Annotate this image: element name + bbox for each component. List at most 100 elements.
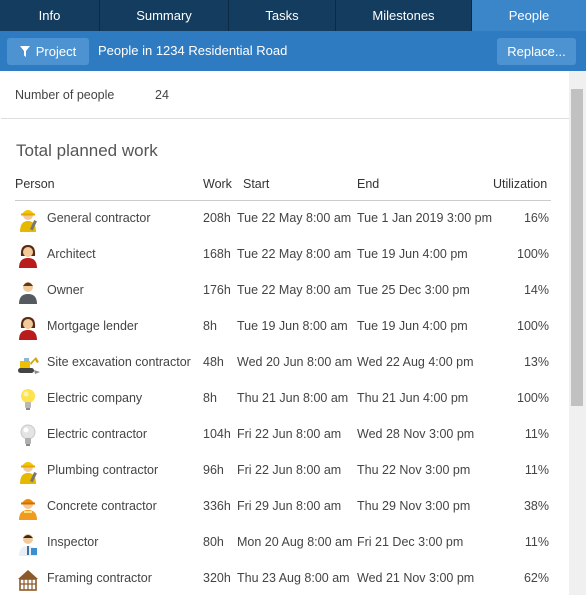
start-date: Fri 22 Jun 8:00 am	[237, 463, 342, 477]
work-hours: 208h	[203, 211, 231, 225]
utilization-value: 62%	[523, 571, 549, 585]
utilization-value: 100%	[517, 247, 549, 261]
scrollbar-thumb[interactable]	[571, 89, 583, 406]
section-title: Total planned work	[16, 141, 158, 160]
project-filter-button[interactable]: Project	[7, 38, 89, 65]
header-end: End	[357, 177, 380, 191]
start-date: Tue 22 May 8:00 am	[237, 211, 352, 225]
hardhat-worker-icon	[16, 494, 40, 520]
utilization-value: 11%	[524, 427, 549, 441]
excavator-icon	[16, 350, 40, 376]
header-utilization: Utilization	[493, 177, 548, 191]
person-name: Site excavation contractor	[47, 355, 191, 369]
start-date: Tue 22 May 8:00 am	[237, 283, 352, 297]
divider	[1, 118, 569, 119]
person-name: General contractor	[47, 211, 151, 225]
table-row[interactable]: Framing contractor 320h Thu 23 Aug 8:00 am…	[1, 560, 569, 595]
replace-button[interactable]: Replace...	[497, 38, 576, 65]
work-hours: 168h	[203, 247, 231, 261]
work-hours: 80h	[203, 535, 224, 549]
header-start: Start	[243, 177, 270, 191]
table-row[interactable]: Electric contractor 104h Fri 22 Jun 8:00 a…	[1, 416, 569, 452]
work-hours: 8h	[203, 391, 217, 405]
end-date: Wed 28 Nov 3:00 pm	[357, 427, 475, 441]
start-date: Fri 29 Jun 8:00 am	[237, 499, 342, 513]
end-date: Thu 29 Nov 3:00 pm	[357, 499, 471, 513]
work-hours: 48h	[203, 355, 224, 369]
person-name: Electric company	[47, 391, 143, 405]
table-row[interactable]: Electric company 8h Thu 21 Jun 8:00 am Thu …	[1, 380, 569, 416]
lightbulb-on-icon	[16, 386, 40, 412]
table-row[interactable]: Inspector 80h Mon 20 Aug 8:00 am Fri 21 Dec…	[1, 524, 569, 560]
header-work: Work	[203, 177, 232, 191]
tab-tasks[interactable]: Tasks	[229, 0, 336, 31]
table-row[interactable]: Plumbing contractor 96h Fri 22 Jun 8:00 am…	[1, 452, 569, 488]
header-person: Person	[15, 177, 55, 191]
work-hours: 336h	[203, 499, 231, 513]
work-hours: 176h	[203, 283, 231, 297]
utilization-value: 100%	[517, 319, 549, 333]
tab-people[interactable]: People	[472, 0, 586, 31]
table-row[interactable]: Concrete contractor 336h Fri 29 Jun 8:00 a…	[1, 488, 569, 524]
work-hours: 320h	[203, 571, 231, 585]
start-date: Wed 20 Jun 8:00 am	[237, 355, 353, 369]
vertical-scrollbar[interactable]	[569, 71, 586, 595]
person-name: Inspector	[47, 535, 99, 549]
table-row[interactable]: Owner 176h Tue 22 May 8:00 am Tue 25 Dec 3:…	[1, 272, 569, 308]
construction-worker-icon	[16, 206, 40, 232]
start-date: Fri 22 Jun 8:00 am	[237, 427, 342, 441]
start-date: Mon 20 Aug 8:00 am	[237, 535, 353, 549]
person-name: Electric contractor	[47, 427, 148, 441]
person-female-icon	[16, 242, 40, 268]
utilization-value: 16%	[523, 211, 549, 225]
person-name: Concrete contractor	[47, 499, 157, 513]
start-date: Tue 19 Jun 8:00 am	[237, 319, 348, 333]
start-date: Tue 22 May 8:00 am	[237, 247, 352, 261]
end-date: Wed 22 Aug 4:00 pm	[357, 355, 474, 369]
person-name: Owner	[47, 283, 84, 297]
person-name: Architect	[47, 247, 96, 261]
tab-summary[interactable]: Summary	[100, 0, 229, 31]
table-row[interactable]: Architect 168h Tue 22 May 8:00 am Tue 19 Ju…	[1, 236, 569, 272]
work-hours: 8h	[203, 319, 217, 333]
inspector-icon	[16, 530, 40, 556]
end-date: Thu 21 Jun 4:00 pm	[357, 391, 469, 405]
people-panel: Number of people 24 Total planned work P…	[1, 71, 569, 595]
utilization-value: 11%	[524, 463, 549, 477]
person-female-icon	[16, 314, 40, 340]
project-button-label: Project	[35, 44, 77, 59]
people-count-label: Number of people	[15, 88, 115, 102]
work-hours: 104h	[203, 427, 231, 441]
construction-worker-icon	[16, 458, 40, 484]
work-hours: 96h	[203, 463, 224, 477]
end-date: Tue 19 Jun 4:00 pm	[357, 319, 468, 333]
person-name: Mortgage lender	[47, 319, 139, 333]
person-name: Framing contractor	[47, 571, 152, 585]
table-row[interactable]: Site excavation contractor 48h Wed 20 Jun …	[1, 344, 569, 380]
end-date: Tue 19 Jun 4:00 pm	[357, 247, 468, 261]
end-date: Tue 1 Jan 2019 3:00 pm	[357, 211, 493, 225]
start-date: Thu 21 Jun 8:00 am	[237, 391, 349, 405]
tab-bar: Info Summary Tasks Milestones People	[0, 0, 586, 31]
utilization-value: 13%	[523, 355, 549, 369]
person-icon	[16, 278, 40, 304]
tab-milestones[interactable]: Milestones	[336, 0, 472, 31]
lightbulb-off-icon	[16, 422, 40, 448]
house-frame-icon	[16, 566, 40, 592]
utilization-value: 38%	[523, 499, 549, 513]
toolbar-title: People in 1234 Residential Road	[98, 43, 288, 58]
toolbar: Project People in 1234 Residential Road …	[0, 31, 586, 71]
tab-info[interactable]: Info	[0, 0, 100, 31]
utilization-value: 100%	[517, 391, 549, 405]
table-row[interactable]: General contractor 208h Tue 22 May 8:00 am…	[1, 200, 569, 236]
end-date: Thu 22 Nov 3:00 pm	[357, 463, 471, 477]
end-date: Fri 21 Dec 3:00 pm	[357, 535, 464, 549]
start-date: Thu 23 Aug 8:00 am	[237, 571, 350, 585]
utilization-value: 14%	[523, 283, 549, 297]
filter-icon	[19, 46, 30, 57]
end-date: Tue 25 Dec 3:00 pm	[357, 283, 470, 297]
table-row[interactable]: Mortgage lender 8h Tue 19 Jun 8:00 am Tue 1…	[1, 308, 569, 344]
person-name: Plumbing contractor	[47, 463, 159, 477]
end-date: Wed 21 Nov 3:00 pm	[357, 571, 475, 585]
people-count-value: 24	[155, 88, 169, 102]
